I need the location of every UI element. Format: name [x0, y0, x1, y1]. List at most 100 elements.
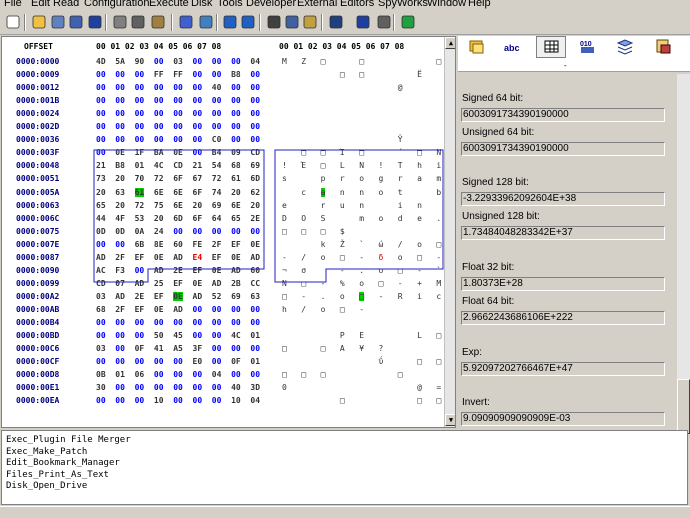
menu-window[interactable]: Window [427, 0, 466, 9]
svg-text:abc: abc [504, 43, 520, 53]
about-button[interactable] [198, 14, 214, 30]
field-value[interactable]: 6003091734390190000 [461, 142, 665, 156]
copy-icon [285, 15, 299, 29]
inspector-toolbar: abc 010 - [458, 36, 690, 72]
close-button[interactable] [68, 14, 84, 30]
macro-list-item[interactable]: Exec_Plugin File Merger [2, 435, 687, 447]
bookmarks-icon [469, 40, 484, 54]
scroll-up-arrow-icon[interactable]: ▲ [445, 37, 455, 49]
about-icon [199, 15, 213, 29]
menu-external[interactable]: External [297, 0, 337, 9]
calculator-icon [377, 15, 391, 29]
find-button[interactable] [328, 14, 344, 30]
bits-tab[interactable]: 010 [573, 36, 603, 58]
macro-list-pane: Exec_Plugin File Merger Exec_Make_Patch Ed… [1, 430, 688, 505]
menu-file[interactable]: File [4, 0, 22, 9]
menu-developer[interactable]: Developer [246, 0, 296, 9]
redo-icon [241, 15, 255, 29]
hex-vertical-scrollbar[interactable]: ▲ ▼ [444, 37, 455, 427]
field-value[interactable]: 6003091734390190000 [461, 108, 665, 122]
field-value[interactable]: 2.9662243686106E+222 [461, 311, 665, 325]
open-button[interactable] [31, 14, 47, 30]
menu-help[interactable]: Help [468, 0, 491, 9]
macro-list-item[interactable]: Exec_Make_Patch [2, 447, 687, 459]
menu-read[interactable]: Read [53, 0, 79, 9]
menu-edit[interactable]: Edit [31, 0, 50, 9]
menu-tools[interactable]: Tools [217, 0, 243, 9]
copy-button[interactable] [284, 14, 300, 30]
calculator-button[interactable] [376, 14, 392, 30]
print-button[interactable] [112, 14, 128, 30]
save-button[interactable] [87, 14, 103, 30]
help-icon [179, 15, 193, 29]
field-label: Unsigned 128 bit: [462, 211, 540, 222]
cut-icon [267, 15, 281, 29]
paste-button[interactable] [302, 14, 318, 30]
toolbar-separator [393, 14, 395, 31]
print-preview-button[interactable] [130, 14, 146, 30]
inspector-scrollbar[interactable] [677, 74, 690, 434]
data-inspector-pane: abc 010 - Signed 64 bit: 6003091734390190… [458, 36, 690, 434]
options-button[interactable] [150, 14, 166, 30]
grid-icon [544, 40, 559, 53]
field-value[interactable]: -3.22933962092604E+38 [461, 192, 665, 206]
scroll-down-arrow-icon[interactable]: ▼ [445, 414, 455, 426]
bits-icon: 010 [580, 41, 594, 53]
macro-list-item[interactable]: Files_Print_As_Text [2, 470, 687, 482]
hex-editor-pane[interactable]: OFFSET 00 01 02 03 04 05 06 07 08 00 01 … [1, 36, 456, 428]
layers-tab[interactable] [610, 36, 640, 58]
menu-disk[interactable]: Disk [191, 0, 212, 9]
field-value[interactable]: 1.73484048283342E+37 [461, 226, 665, 240]
grid-tab[interactable] [536, 36, 566, 58]
macro-list-item[interactable]: Disk_Open_Drive [2, 481, 687, 493]
toolbar-separator [105, 14, 107, 31]
field-value[interactable]: 1.80373E+28 [461, 277, 665, 291]
undo-button[interactable] [222, 14, 238, 30]
redo-button[interactable] [240, 14, 256, 30]
field-label: Invert: [462, 397, 490, 408]
toolbar-separator [171, 14, 173, 31]
field-label: Exp: [462, 347, 483, 358]
disk-tab[interactable] [648, 36, 678, 58]
menu-configuration[interactable]: Configuration [84, 0, 149, 9]
toolbar-separator [321, 14, 323, 31]
field-value[interactable]: 5.92097202766467E+47 [461, 362, 665, 376]
save-icon [88, 15, 102, 29]
field-label: Unsigned 64 bit: [462, 127, 535, 138]
help-button[interactable] [178, 14, 194, 30]
inspector-scroll-thumb[interactable] [677, 379, 690, 434]
field-label: Signed 64 bit: [462, 93, 524, 104]
layers-icon [616, 39, 634, 55]
text-tab[interactable]: abc [498, 36, 528, 58]
find-icon [329, 15, 343, 29]
goto-icon [356, 15, 370, 29]
print-icon [113, 15, 127, 29]
close-icon [69, 15, 83, 29]
bookmarks-tab[interactable] [461, 36, 491, 58]
macro-list-item[interactable]: Edit_Bookmark_Manager [2, 458, 687, 470]
field-label: Signed 128 bit: [462, 177, 529, 188]
goto-button[interactable] [355, 14, 371, 30]
new-button[interactable] [5, 14, 21, 30]
selection-frame [93, 149, 444, 283]
undo-icon [223, 15, 237, 29]
disk-icon [656, 39, 671, 54]
svg-text:010: 010 [580, 41, 592, 48]
field-value[interactable]: 9.09090909090909E-03 [461, 412, 665, 426]
web-icon [401, 15, 415, 29]
main-toolbar [0, 11, 690, 35]
cut-button[interactable] [266, 14, 282, 30]
status-bar [0, 506, 690, 518]
menu-execute[interactable]: Execute [149, 0, 189, 9]
field-label: Float 64 bit: [462, 296, 515, 307]
web-button[interactable] [400, 14, 416, 30]
toolbar-separator [259, 14, 261, 31]
abc-icon: abc [504, 43, 520, 53]
menu-spyworks[interactable]: SpyWorks [378, 0, 428, 9]
open-icon [32, 15, 46, 29]
toolbar-separator [216, 14, 218, 31]
print-preview-icon [131, 15, 145, 29]
paste-icon [303, 15, 317, 29]
open-disk-button[interactable] [50, 14, 66, 30]
menu-editors[interactable]: Editors [340, 0, 374, 9]
